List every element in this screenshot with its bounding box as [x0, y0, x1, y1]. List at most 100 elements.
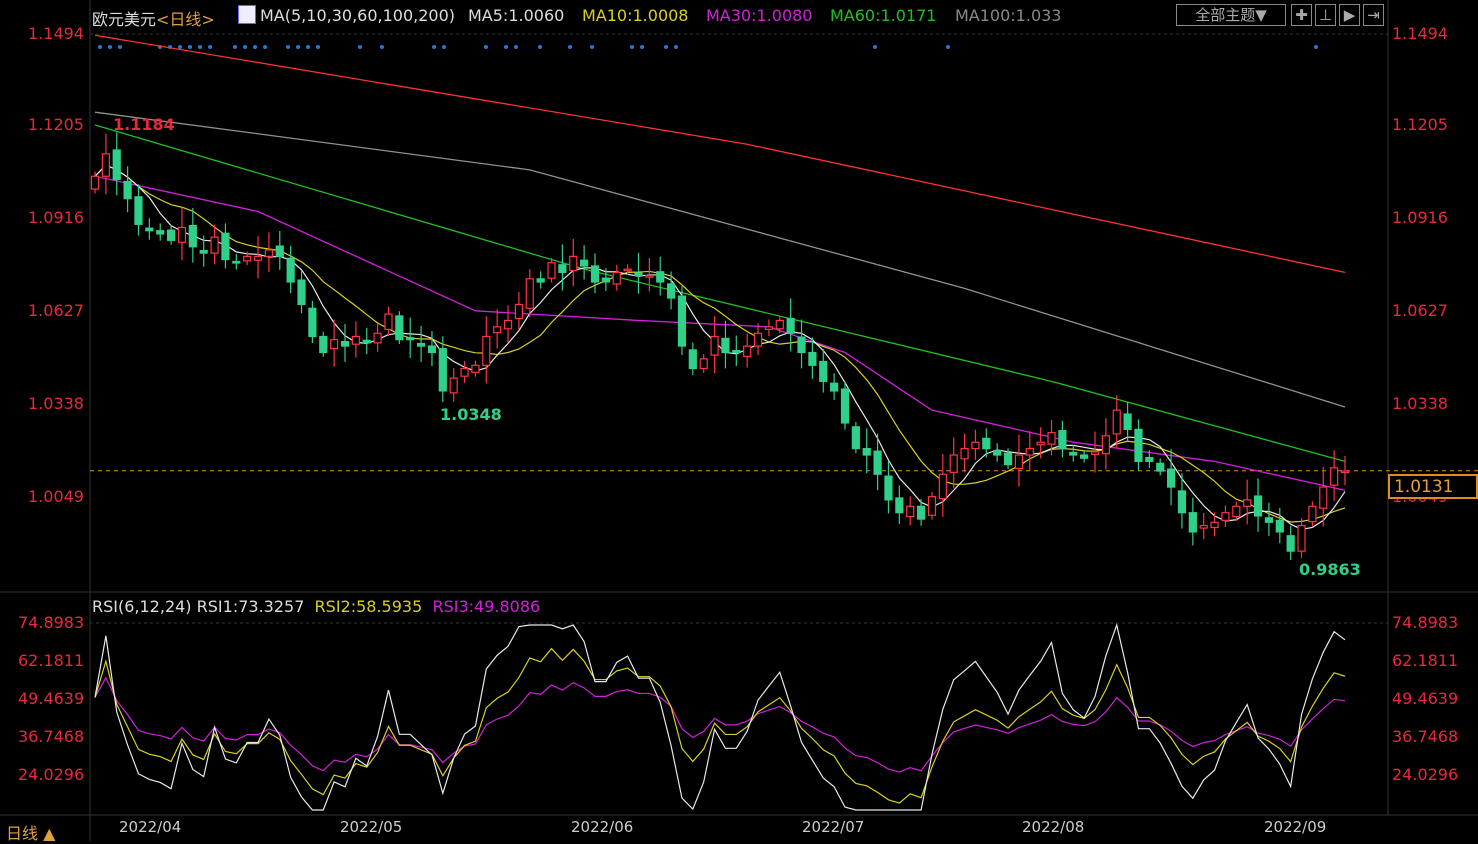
candle-up — [569, 255, 578, 272]
candle-up — [471, 364, 480, 373]
candle-down — [416, 342, 426, 347]
candle-up — [938, 473, 947, 500]
candle-up — [1199, 524, 1208, 529]
signal-dot — [198, 45, 202, 49]
candle-up — [1232, 505, 1241, 518]
candle-down — [884, 475, 893, 501]
candle-down — [862, 448, 871, 456]
signal-dot — [514, 45, 518, 49]
signal-dot — [98, 45, 102, 49]
candle-up — [1036, 441, 1045, 446]
signal-dot — [590, 45, 594, 49]
candle-down — [688, 349, 697, 370]
signal-dot — [442, 45, 446, 49]
candle-up — [210, 236, 219, 254]
crosshair-icon[interactable]: ✚ — [1291, 4, 1312, 26]
candle-up — [612, 271, 621, 285]
rsi-tick-left: 36.7468 — [18, 727, 85, 746]
candle-down — [656, 271, 665, 283]
rsi-tick-right: 74.8983 — [1392, 613, 1459, 632]
candle-down — [275, 245, 284, 257]
signal-dot — [630, 45, 634, 49]
signal-dot — [568, 45, 572, 49]
candle-down — [851, 426, 860, 450]
instrument-title: 欧元美元<日线> — [92, 10, 215, 29]
rsi-tick-right: 49.4639 — [1392, 689, 1459, 708]
signal-dot — [538, 45, 542, 49]
candle-up — [101, 153, 110, 177]
rsi-tick-right: 62.1811 — [1392, 651, 1459, 670]
candle-down — [1134, 428, 1143, 463]
candle-up — [743, 345, 752, 357]
rsi-tick-left: 49.4639 — [18, 689, 85, 708]
ma-label: MA(5,10,30,60,100,200) — [260, 6, 455, 25]
signal-dot — [640, 45, 644, 49]
candle-up — [623, 268, 632, 272]
candle-up — [1090, 451, 1100, 455]
low-label: 0.9863 — [1299, 560, 1361, 579]
candle-down — [982, 437, 991, 450]
candle-up — [1340, 470, 1350, 474]
candle-down — [1253, 495, 1263, 517]
signal-dot — [178, 45, 182, 49]
signal-dot — [504, 45, 508, 49]
candle-up — [177, 226, 187, 243]
candle-down — [830, 382, 839, 392]
indicator-chart-icon[interactable] — [238, 5, 256, 24]
candle-down — [1156, 462, 1165, 472]
candle-down — [677, 295, 687, 347]
candle-down — [362, 339, 371, 344]
signal-dot — [118, 45, 122, 49]
price-tick-right: 1.0338 — [1392, 394, 1448, 413]
play-forward-icon[interactable]: ▶ — [1339, 4, 1360, 26]
signal-dot — [358, 45, 362, 49]
zoom-range-icon[interactable]: ⊥ — [1315, 4, 1336, 26]
candle-up — [927, 496, 937, 516]
exit-right-icon[interactable]: ⇥ — [1363, 4, 1384, 26]
candle-up — [351, 335, 360, 345]
signal-dot — [873, 45, 877, 49]
candle-down — [1145, 456, 1154, 463]
candle-down — [156, 230, 165, 235]
candle-up — [493, 326, 502, 334]
date-tick: 2022/08 — [1022, 818, 1085, 836]
ma10-value: MA10:1.0008 — [582, 6, 689, 25]
date-tick: 2022/09 — [1264, 818, 1327, 836]
candle-up — [243, 255, 252, 262]
candle-down — [1123, 413, 1132, 430]
period-selector[interactable]: 日线 ▲ — [6, 820, 55, 844]
rsi-header: RSI(6,12,24) RSI1:73.3257 RSI2:58.5935 R… — [92, 597, 541, 616]
candle-up — [330, 339, 339, 350]
chart-canvas — [0, 0, 1478, 841]
signal-dot — [188, 45, 192, 49]
price-tick-left: 1.1494 — [28, 24, 84, 43]
date-tick: 2022/05 — [340, 818, 403, 836]
candle-down — [297, 279, 306, 306]
candle-up — [253, 255, 263, 261]
price-tick-right: 1.1494 — [1392, 24, 1448, 43]
signal-dot — [253, 45, 257, 49]
rsi-tick-left: 74.8983 — [18, 613, 85, 632]
candle-down — [601, 277, 610, 283]
signal-dot — [946, 45, 950, 49]
candle-up — [764, 326, 774, 331]
candle-down — [112, 149, 121, 181]
price-tick-right: 1.1205 — [1392, 115, 1448, 134]
signal-dot — [674, 45, 678, 49]
candle-up — [547, 262, 556, 279]
candle-down — [340, 340, 350, 347]
candle-down — [916, 505, 926, 520]
ma100-line — [94, 111, 1346, 408]
price-tick-left: 1.0049 — [28, 487, 84, 506]
candle-down — [221, 232, 230, 261]
current-price-box: 1.0131 — [1388, 474, 1478, 499]
rsi3-line — [94, 676, 1346, 773]
candle-down — [590, 265, 600, 283]
candle-up — [1112, 409, 1121, 435]
theme-dropdown[interactable]: 全部主题▼ — [1176, 4, 1286, 26]
date-tick: 2022/04 — [119, 818, 182, 836]
candle-up — [1210, 521, 1219, 529]
candle-down — [199, 249, 208, 254]
candle-up — [460, 367, 469, 377]
signal-dot — [432, 45, 436, 49]
